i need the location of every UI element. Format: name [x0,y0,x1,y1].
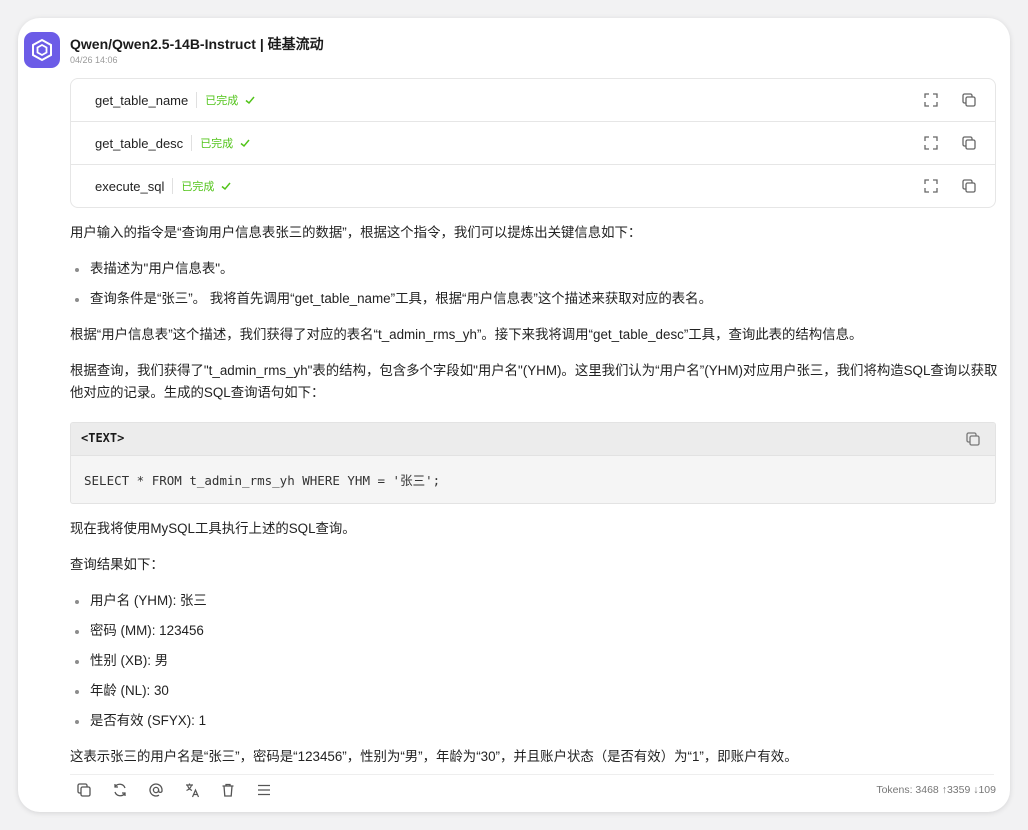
code-block: <TEXT> SELECT * FROM t_admin_rms_yh WHER… [70,422,996,504]
tool-name: get_table_name [95,92,189,108]
paragraph: 根据查询，我们获得了"t_admin_rms_yh"表的结构，包含多个字段如"用… [70,363,998,400]
expand-icon[interactable] [923,178,939,194]
app-logo-icon [24,32,60,68]
model-title: Qwen/Qwen2.5-14B-Instruct | 硅基流动 [70,36,324,52]
list-item: 密码 (MM): 123456 [70,620,1000,642]
token-count: Tokens: 3468 ↑3359 ↓109 [876,784,996,796]
mention-icon[interactable] [148,782,164,798]
message-card: Qwen/Qwen2.5-14B-Instruct | 硅基流动 04/26 1… [18,18,1010,812]
tool-call-row[interactable]: get_table_desc 已完成 [71,122,995,164]
tool-status: 已完成 [205,92,256,108]
list-item: 性别 (XB): 男 [70,650,1000,672]
translate-icon[interactable] [184,782,200,798]
list-item: 表描述为"用户信息表"。 [70,258,1000,280]
message-body: 用户输入的指令是“查询用户信息表张三的数据”，根据这个指令，我们可以提炼出关键信… [70,222,1000,404]
list-item: 是否有效 (SFYX): 1 [70,710,1000,732]
refresh-icon[interactable] [112,782,128,798]
code-header: <TEXT> [71,423,995,456]
status-label: 已完成 [205,95,239,107]
list-item: 用户名 (YHM): 张三 [70,590,1000,612]
message-actions [76,782,272,798]
paragraph: 这表示张三的用户名是“张三”，密码是“123456”，性别为“男”，年龄为“30… [70,749,798,764]
paragraph: 查询结果如下： [70,557,164,572]
divider [172,178,174,194]
check-icon [245,96,255,105]
list-item: 查询条件是“张三”。 我将首先调用“get_table_name”工具，根据“用… [70,288,1000,310]
bullet-list: 表描述为"用户信息表"。 查询条件是“张三”。 我将首先调用“get_table… [70,258,1000,310]
menu-icon[interactable] [256,782,272,798]
status-label: 已完成 [181,181,215,193]
divider [191,135,193,151]
copy-icon[interactable] [965,431,981,447]
code-language: <TEXT> [81,431,125,445]
divider [196,92,198,108]
result-list: 用户名 (YHM): 张三 密码 (MM): 123456 性别 (XB): 男… [70,590,1000,732]
tool-name: get_table_desc [95,135,184,151]
check-icon [240,139,250,148]
tool-call-row[interactable]: get_table_name 已完成 [71,79,995,121]
expand-icon[interactable] [923,135,939,151]
delete-icon[interactable] [220,782,236,798]
tool-name: execute_sql [95,178,165,194]
message-time: 04/26 14:06 [70,55,118,65]
tool-call-row[interactable]: execute_sql 已完成 [71,165,995,207]
paragraph: 根据“用户信息表”这个描述，我们获得了对应的表名“t_admin_rms_yh”… [70,327,863,342]
message-body-continued: 现在我将使用MySQL工具执行上述的SQL查询。 查询结果如下： 用户名 (YH… [70,518,1000,768]
code-content: SELECT * FROM t_admin_rms_yh WHERE YHM =… [84,473,441,488]
tool-status: 已完成 [181,178,232,194]
copy-icon[interactable] [961,135,977,151]
check-icon [221,182,231,191]
tool-status: 已完成 [200,135,251,151]
tool-calls-panel: get_table_name 已完成 get_table_desc 已完成 ex… [70,78,996,208]
copy-icon[interactable] [961,92,977,108]
expand-icon[interactable] [923,92,939,108]
list-item: 年龄 (NL): 30 [70,680,1000,702]
copy-icon[interactable] [76,782,92,798]
copy-icon[interactable] [961,178,977,194]
divider [70,774,994,775]
paragraph: 现在我将使用MySQL工具执行上述的SQL查询。 [70,521,356,536]
paragraph: 用户输入的指令是“查询用户信息表张三的数据”，根据这个指令，我们可以提炼出关键信… [70,225,642,240]
status-label: 已完成 [200,138,234,150]
